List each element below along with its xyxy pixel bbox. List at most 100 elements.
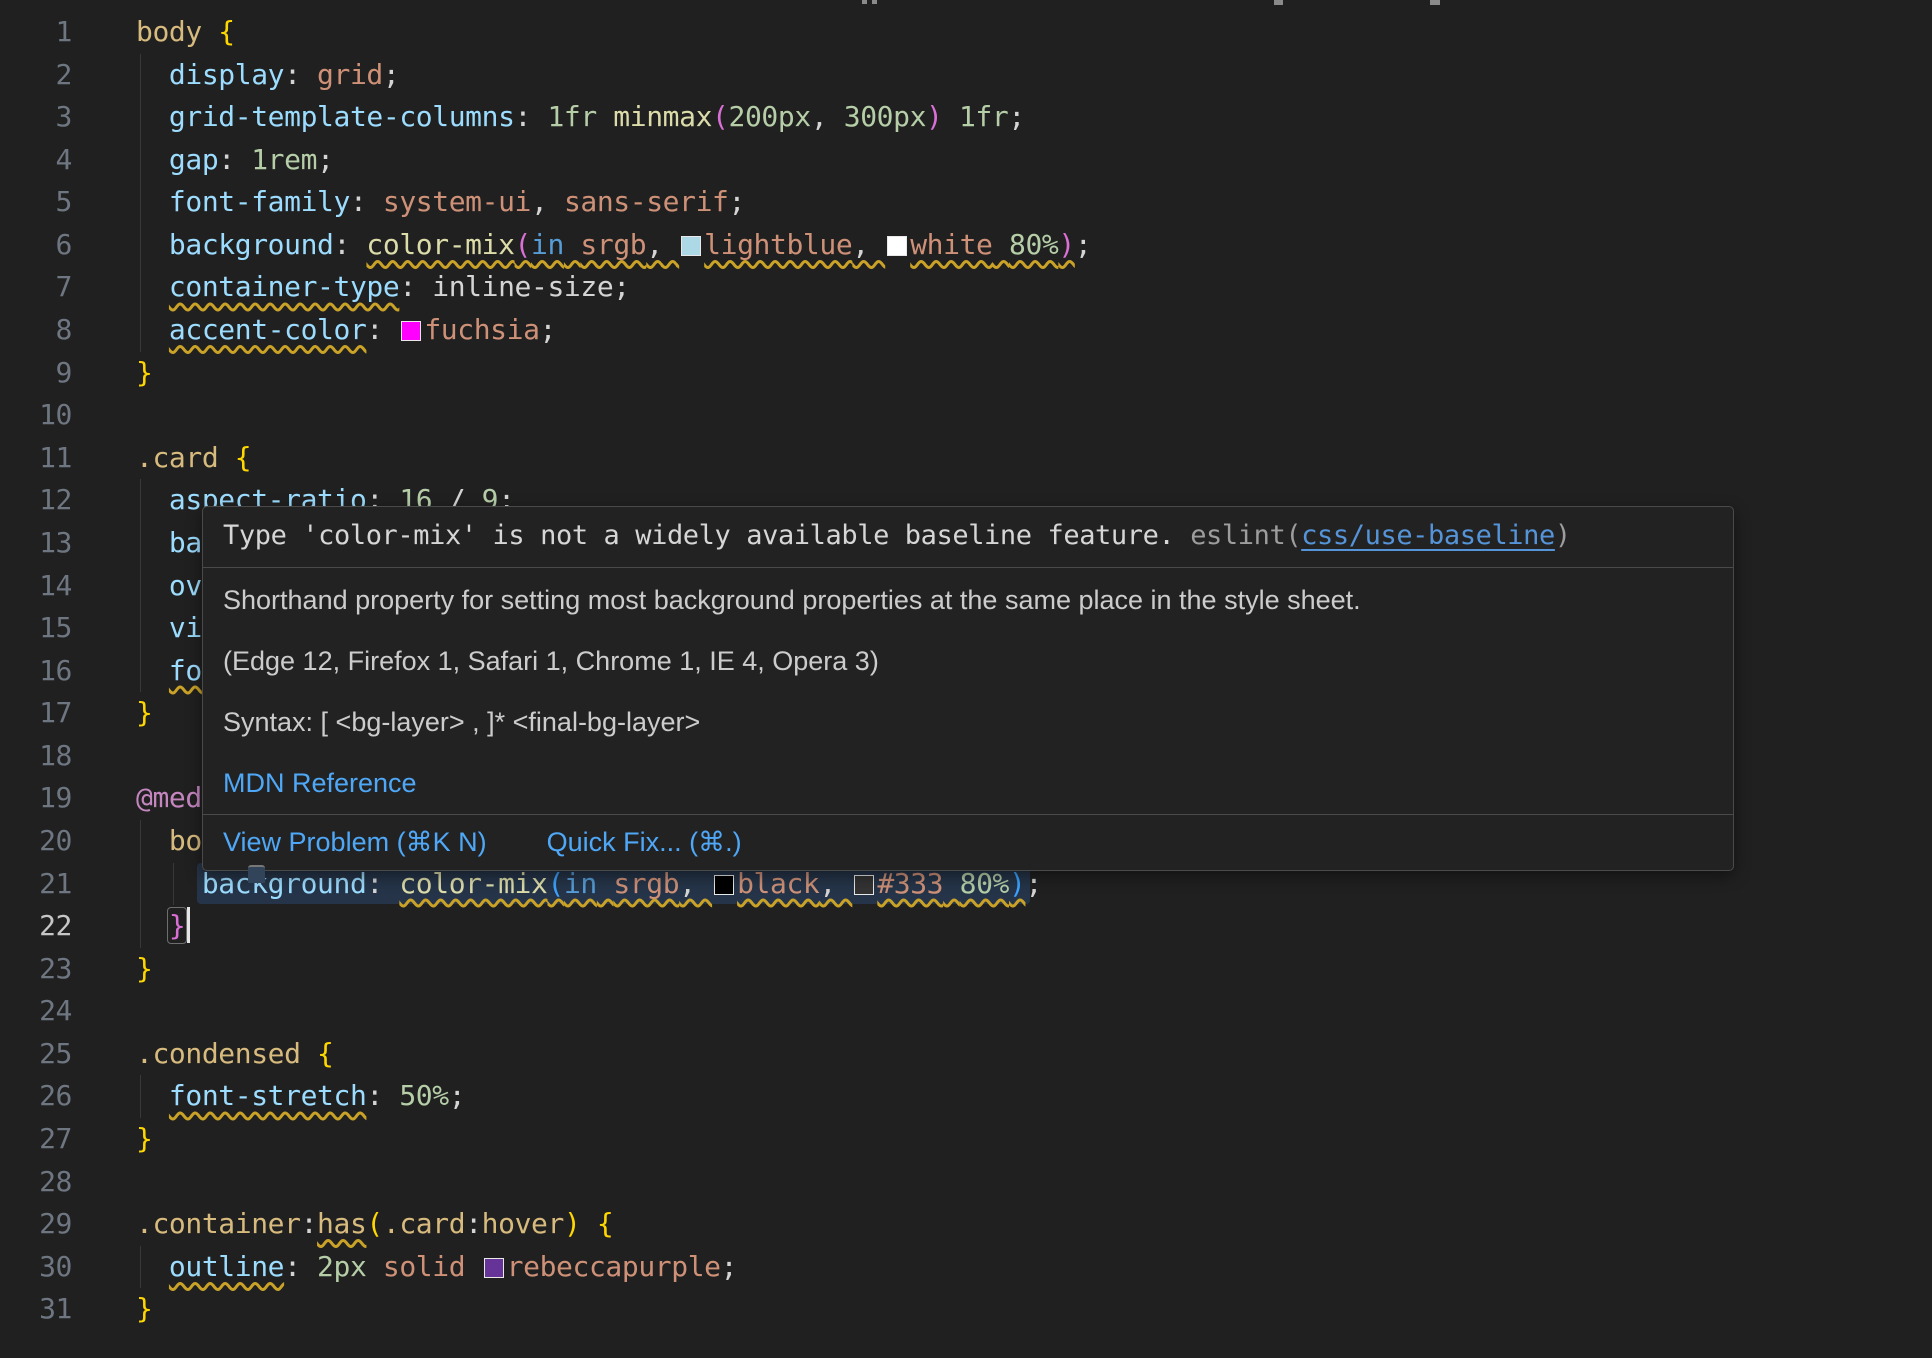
code-token: .container [136,1207,301,1240]
code-token: , [852,228,885,261]
line-number[interactable]: 14 [0,565,72,608]
code-token: ; [317,143,333,176]
line-number[interactable]: 10 [0,394,72,437]
code-line[interactable]: 24 [0,990,1932,1033]
rule-link[interactable]: css/use-baseline [1301,520,1555,551]
code-token [366,1250,382,1283]
line-number[interactable]: 19 [0,777,72,820]
line-number[interactable]: 1 [0,11,72,54]
mdn-reference-link[interactable]: MDN Reference [223,768,417,798]
color-swatch[interactable] [401,321,421,341]
code-line[interactable]: 7 container-type: inline-size; [0,266,1932,309]
code-token: in [531,228,564,261]
line-number[interactable]: 25 [0,1033,72,1076]
code-line[interactable]: 27} [0,1118,1932,1161]
code-line[interactable]: 4 gap: 1rem; [0,139,1932,182]
code-line[interactable]: 10 [0,394,1932,437]
code-token [136,58,169,91]
code-line-content: .condensed { [136,1033,1932,1076]
warning-squiggle-range: font-stretch [169,1079,367,1112]
line-number[interactable]: 31 [0,1288,72,1331]
code-line[interactable]: 11 .card { [0,437,1932,480]
warning-squiggle-range: container-type [169,270,399,303]
code-token: } [136,1292,152,1325]
code-token: white [910,228,992,261]
line-number[interactable]: 2 [0,54,72,97]
code-token: : [218,143,251,176]
code-token [136,143,169,176]
code-line-content: .card { [136,437,1932,480]
color-swatch[interactable] [887,236,907,256]
code-token [597,867,613,900]
line-number[interactable]: 30 [0,1246,72,1289]
color-swatch[interactable] [854,875,874,895]
code-token: ; [721,1250,737,1283]
code-token: ( [366,1207,382,1240]
line-number[interactable]: 20 [0,820,72,863]
line-number[interactable]: 6 [0,224,72,267]
code-token [136,526,169,559]
code-token: 80% [960,867,1009,900]
code-line[interactable]: 23} [0,948,1932,991]
line-number[interactable]: 9 [0,352,72,395]
code-token: hover [482,1207,564,1240]
line-number[interactable]: 15 [0,607,72,650]
line-number[interactable]: 12 [0,479,72,522]
line-number[interactable]: 13 [0,522,72,565]
line-number[interactable]: 22 [0,905,72,948]
color-swatch[interactable] [484,1258,504,1278]
color-swatch[interactable] [714,875,734,895]
diagnostic-message: Type 'color-mix' is not a widely availab… [223,520,1190,551]
line-number[interactable]: 18 [0,735,72,778]
line-number[interactable]: 5 [0,181,72,224]
code-line[interactable]: 5 font-family: system-ui, sans-serif; [0,181,1932,224]
hover-highlight-tab [248,865,265,883]
code-token [136,611,169,644]
code-line[interactable]: 1body { [0,11,1932,54]
code-line-content: font-stretch: 50%; [136,1075,1932,1118]
code-token: color-mix [366,228,514,261]
quick-fix-action[interactable]: Quick Fix... (⌘.) [547,827,742,858]
code-token: font-stretch [169,1079,367,1112]
line-number[interactable]: 4 [0,139,72,182]
code-line[interactable]: 8 accent-color: fuchsia; [0,309,1932,352]
code-token [943,867,959,900]
code-token: body [136,15,218,48]
line-number[interactable]: 29 [0,1203,72,1246]
code-line-content: grid-template-columns: 1fr minmax(200px,… [136,96,1932,139]
line-number[interactable]: 17 [0,692,72,735]
code-line[interactable]: 26 font-stretch: 50%; [0,1075,1932,1118]
line-number[interactable]: 27 [0,1118,72,1161]
code-line[interactable]: 29.container:has(.card:hover) { [0,1203,1932,1246]
color-swatch[interactable] [681,236,701,256]
line-number[interactable]: 7 [0,266,72,309]
line-number[interactable]: 16 [0,650,72,693]
code-line[interactable]: 3 grid-template-columns: 1fr minmax(200p… [0,96,1932,139]
code-line[interactable]: 31} [0,1288,1932,1331]
line-number[interactable]: 21 [0,863,72,906]
code-editor[interactable]: 1body {2 display: grid;3 grid-template-c… [0,0,1932,1358]
line-number[interactable]: 3 [0,96,72,139]
code-token: ) [1058,228,1074,261]
code-line[interactable]: 28 [0,1161,1932,1204]
line-number[interactable]: 24 [0,990,72,1033]
code-token: grid-template-columns [169,100,515,133]
code-line[interactable]: 2 display: grid; [0,54,1932,97]
line-number[interactable]: 28 [0,1161,72,1204]
line-number[interactable]: 23 [0,948,72,991]
code-token: : [284,58,317,91]
code-line[interactable]: 6 background: color-mix(in srgb, lightbl… [0,224,1932,267]
code-token: : [334,228,367,261]
hover-doc-body: Shorthand property for setting most back… [203,568,1733,814]
code-line[interactable]: 9} [0,352,1932,395]
code-line[interactable]: 22 } [0,905,1932,948]
line-number[interactable]: 8 [0,309,72,352]
code-token: in [564,867,597,900]
code-line[interactable]: 25 .condensed { [0,1033,1932,1076]
view-problem-action[interactable]: View Problem (⌘K N) [223,827,487,858]
line-number[interactable]: 26 [0,1075,72,1118]
code-line-content: display: grid; [136,54,1932,97]
line-number[interactable]: 11 [0,437,72,480]
code-token [136,1250,169,1283]
code-line[interactable]: 30 outline: 2px solid rebeccapurple; [0,1246,1932,1289]
